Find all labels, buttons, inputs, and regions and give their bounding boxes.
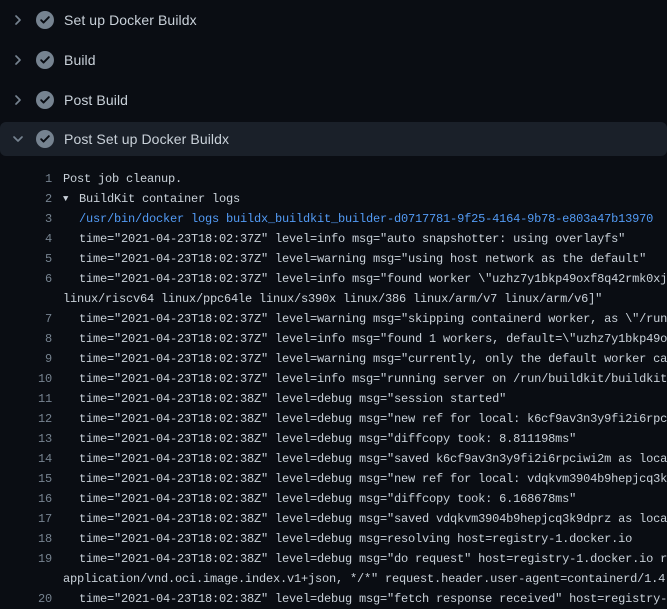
log-line-number[interactable]: 20 <box>0 589 52 609</box>
log-line-text: time="2021-04-23T18:02:38Z" level=debug … <box>52 529 632 549</box>
log-line-text: linux/riscv64 linux/ppc64le linux/s390x … <box>52 289 602 309</box>
log-line-number[interactable]: 18 <box>0 529 52 549</box>
step-label: Post Set up Docker Buildx <box>64 131 229 147</box>
log-line: 18 time="2021-04-23T18:02:38Z" level=deb… <box>0 529 667 549</box>
log-line-text: time="2021-04-23T18:02:38Z" level=debug … <box>52 389 506 409</box>
log-viewer: 1 Post job cleanup. 2 ▼BuildKit containe… <box>0 169 667 609</box>
log-line: 7 time="2021-04-23T18:02:37Z" level=warn… <box>0 309 667 329</box>
log-line: 10 time="2021-04-23T18:02:37Z" level=inf… <box>0 369 667 389</box>
log-line-number <box>0 569 52 589</box>
log-line-number[interactable]: 17 <box>0 509 52 529</box>
check-circle-icon <box>36 130 54 148</box>
steps-list: Set up Docker Buildx Build Post Build Po… <box>0 0 667 156</box>
log-line: 4 time="2021-04-23T18:02:37Z" level=info… <box>0 229 667 249</box>
step-header-post-set-up-docker-buildx[interactable]: Post Set up Docker Buildx <box>0 122 667 156</box>
log-line-number <box>0 289 52 309</box>
group-collapse-icon[interactable]: ▼ <box>63 189 79 209</box>
log-line-number[interactable]: 2 <box>0 189 52 209</box>
log-line: 14 time="2021-04-23T18:02:38Z" level=deb… <box>0 449 667 469</box>
log-line-text[interactable]: ▼BuildKit container logs <box>52 189 240 209</box>
log-line-text: time="2021-04-23T18:02:37Z" level=warnin… <box>52 349 667 369</box>
log-line: 17 time="2021-04-23T18:02:38Z" level=deb… <box>0 509 667 529</box>
log-line-text: time="2021-04-23T18:02:37Z" level=warnin… <box>52 309 667 329</box>
log-line: 16 time="2021-04-23T18:02:38Z" level=deb… <box>0 489 667 509</box>
log-line-number[interactable]: 5 <box>0 249 52 269</box>
log-line-text: time="2021-04-23T18:02:38Z" level=debug … <box>52 489 576 509</box>
step-label: Build <box>64 52 96 68</box>
log-line-text: time="2021-04-23T18:02:37Z" level=info m… <box>52 269 667 289</box>
log-line-number[interactable]: 13 <box>0 429 52 449</box>
log-line: linux/riscv64 linux/ppc64le linux/s390x … <box>0 289 667 309</box>
log-line: application/vnd.oci.image.index.v1+json,… <box>0 569 667 589</box>
log-line-number[interactable]: 14 <box>0 449 52 469</box>
log-line-text: time="2021-04-23T18:02:38Z" level=debug … <box>52 429 576 449</box>
log-line-number[interactable]: 11 <box>0 389 52 409</box>
log-line: 9 time="2021-04-23T18:02:37Z" level=warn… <box>0 349 667 369</box>
log-line-text: time="2021-04-23T18:02:37Z" level=warnin… <box>52 249 646 269</box>
step-label: Post Build <box>64 92 128 108</box>
chevron-right-icon <box>10 92 26 108</box>
log-line-text: time="2021-04-23T18:02:38Z" level=debug … <box>52 509 667 529</box>
log-line-number[interactable]: 15 <box>0 469 52 489</box>
log-line: 12 time="2021-04-23T18:02:38Z" level=deb… <box>0 409 667 429</box>
chevron-right-icon <box>10 12 26 28</box>
log-line-text: time="2021-04-23T18:02:38Z" level=debug … <box>52 469 667 489</box>
log-line-number[interactable]: 6 <box>0 269 52 289</box>
log-line-text: Post job cleanup. <box>52 169 182 189</box>
log-line-number[interactable]: 16 <box>0 489 52 509</box>
log-line: 5 time="2021-04-23T18:02:37Z" level=warn… <box>0 249 667 269</box>
log-line-text: time="2021-04-23T18:02:38Z" level=debug … <box>52 549 667 569</box>
log-line-number[interactable]: 7 <box>0 309 52 329</box>
step-label: Set up Docker Buildx <box>64 12 197 28</box>
log-line-text: /usr/bin/docker logs buildx_buildkit_bui… <box>52 209 653 229</box>
step-header-set-up-docker-buildx[interactable]: Set up Docker Buildx <box>0 0 667 40</box>
log-line-number[interactable]: 4 <box>0 229 52 249</box>
log-line-number[interactable]: 12 <box>0 409 52 429</box>
log-line-number[interactable]: 9 <box>0 349 52 369</box>
check-circle-icon <box>36 11 54 29</box>
log-line-text: application/vnd.oci.image.index.v1+json,… <box>52 569 667 589</box>
log-line: 2 ▼BuildKit container logs <box>0 189 667 209</box>
step-header-build[interactable]: Build <box>0 40 667 80</box>
log-line-text: time="2021-04-23T18:02:38Z" level=debug … <box>52 589 667 609</box>
chevron-right-icon <box>10 52 26 68</box>
log-line-text: time="2021-04-23T18:02:38Z" level=debug … <box>52 449 667 469</box>
log-line-number[interactable]: 10 <box>0 369 52 389</box>
log-line: 11 time="2021-04-23T18:02:38Z" level=deb… <box>0 389 667 409</box>
step-header-post-build[interactable]: Post Build <box>0 80 667 120</box>
log-line: 20 time="2021-04-23T18:02:38Z" level=deb… <box>0 589 667 609</box>
log-line-text: time="2021-04-23T18:02:37Z" level=info m… <box>52 329 667 349</box>
log-line: 15 time="2021-04-23T18:02:38Z" level=deb… <box>0 469 667 489</box>
log-line: 3 /usr/bin/docker logs buildx_buildkit_b… <box>0 209 667 229</box>
log-line-number[interactable]: 3 <box>0 209 52 229</box>
check-circle-icon <box>36 51 54 69</box>
log-line: 6 time="2021-04-23T18:02:37Z" level=info… <box>0 269 667 289</box>
log-line: 8 time="2021-04-23T18:02:37Z" level=info… <box>0 329 667 349</box>
log-line-number[interactable]: 8 <box>0 329 52 349</box>
log-line: 13 time="2021-04-23T18:02:38Z" level=deb… <box>0 429 667 449</box>
log-line: 19 time="2021-04-23T18:02:38Z" level=deb… <box>0 549 667 569</box>
log-line-number[interactable]: 19 <box>0 549 52 569</box>
log-line: 1 Post job cleanup. <box>0 169 667 189</box>
log-line-text: time="2021-04-23T18:02:37Z" level=info m… <box>52 369 667 389</box>
log-line-number[interactable]: 1 <box>0 169 52 189</box>
chevron-down-icon <box>10 131 26 147</box>
check-circle-icon <box>36 91 54 109</box>
log-line-text: time="2021-04-23T18:02:37Z" level=info m… <box>52 229 625 249</box>
log-line-text: time="2021-04-23T18:02:38Z" level=debug … <box>52 409 667 429</box>
actions-log-page: { "colors": { "background": "#0a0d13", "… <box>0 0 667 600</box>
